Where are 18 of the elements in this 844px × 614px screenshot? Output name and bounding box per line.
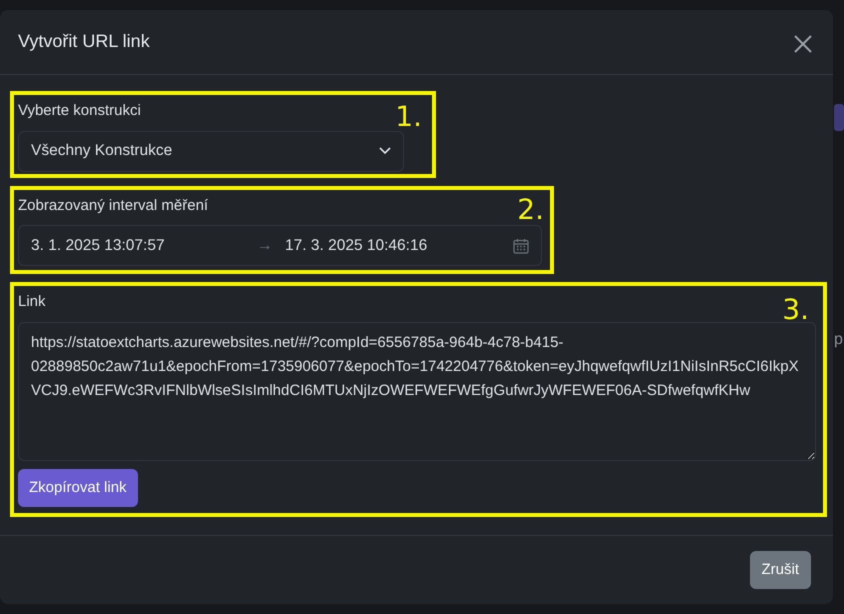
- chevron-icon: [379, 147, 391, 155]
- annotation-number: 1.: [395, 103, 422, 131]
- dialog-title: Vytvořit URL link: [18, 31, 150, 53]
- copy-link-button[interactable]: Zkopírovat link: [18, 468, 138, 507]
- select-field[interactable]: Všechny Konstrukce: [18, 130, 404, 172]
- date-range-field[interactable]: 3. 1. 2025 13:07:57 → 17. 3. 2025 10:46:16: [18, 225, 542, 266]
- field-label: Vyberte konstrukci: [18, 101, 141, 121]
- link-field[interactable]: https://statoextcharts.azurewebsites.net/#/?compId=6556785a-964b-4c78-b415-02889850c2aw71u1&epochFrom=1735906077&epochTo=1742204776&token=eyJhqwefqwfIUzI1NiIsInR5cCI6IkpXVCJ9.eWEFWc3RvIFNlbWlseSIsImlhdCI6MTUxNjIzOWEFWEFWEfgGufwrJyWFEWEF06A-SDfwefqwfKHw: [18, 322, 816, 460]
- date-to: 17. 3. 2025 10:46:16: [285, 236, 428, 256]
- field-label: Zobrazovaný interval měření: [18, 196, 208, 216]
- annotation-number: 3.: [782, 296, 809, 324]
- calendar-icon: [513, 238, 529, 254]
- cancel-button[interactable]: Zrušit: [750, 550, 811, 590]
- date-from: 3. 1. 2025 13:07:57: [31, 236, 166, 256]
- annotation-number: 2.: [517, 196, 544, 224]
- field-label: Link: [18, 292, 46, 312]
- text-fragment: p: [834, 330, 843, 350]
- arrow-separator: →: [257, 236, 274, 256]
